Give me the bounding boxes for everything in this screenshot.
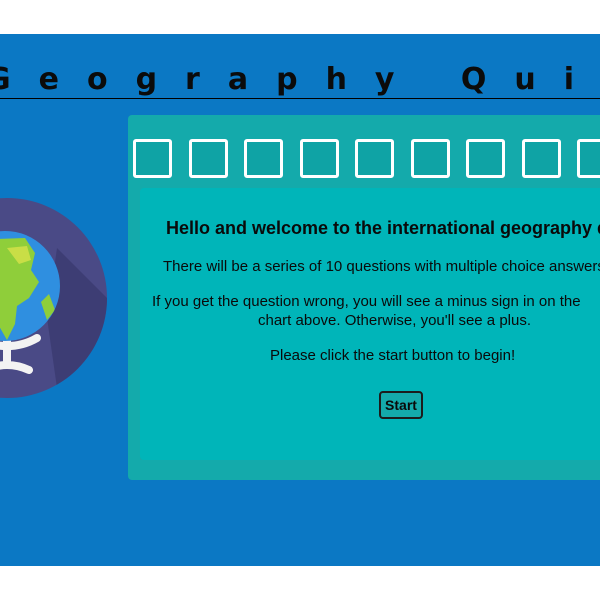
intro-text-wrong: If you get the question wrong, you will … bbox=[152, 293, 581, 310]
score-box bbox=[522, 139, 561, 178]
start-button[interactable]: Start bbox=[379, 391, 423, 419]
score-chart bbox=[133, 139, 600, 179]
intro-text-begin: Please click the start button to begin! bbox=[270, 347, 516, 364]
quiz-panel: Hello and welcome to the international g… bbox=[128, 115, 600, 480]
intro-text-questions: There will be a series of 10 questions w… bbox=[163, 258, 600, 275]
score-box bbox=[411, 139, 450, 178]
score-box bbox=[189, 139, 228, 178]
intro-text-plus: chart above. Otherwise, you'll see a plu… bbox=[258, 312, 532, 329]
welcome-heading: Hello and welcome to the international g… bbox=[166, 218, 600, 238]
score-box bbox=[244, 139, 283, 178]
intro-panel: Hello and welcome to the international g… bbox=[140, 188, 600, 460]
score-box bbox=[133, 139, 172, 178]
score-box bbox=[466, 139, 505, 178]
score-box bbox=[577, 139, 600, 178]
score-box bbox=[355, 139, 394, 178]
page-title: Geography Quiz bbox=[0, 62, 600, 99]
score-box bbox=[300, 139, 339, 178]
globe-icon bbox=[0, 198, 107, 398]
quiz-page: Geography Quiz Hello and welcome to the … bbox=[0, 34, 600, 566]
